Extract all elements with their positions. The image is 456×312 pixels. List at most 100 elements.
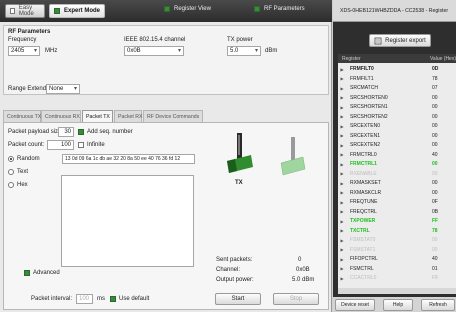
expand-arrow-icon[interactable]: ▶: [338, 257, 346, 262]
device-reset-button[interactable]: Device reset: [335, 299, 375, 311]
stop-button[interactable]: Stop: [273, 293, 319, 305]
register-view-toggle[interactable]: Register View: [164, 6, 211, 12]
register-row[interactable]: ▶ FSMCTRL 01: [338, 265, 456, 273]
expand-arrow-icon[interactable]: ▶: [338, 247, 346, 252]
expand-arrow-icon[interactable]: ▶: [338, 228, 346, 233]
txpower-unit: dBm: [265, 48, 278, 54]
register-row[interactable]: ▶ TXCTRL 78: [338, 227, 456, 235]
horizontal-scrollbar[interactable]: [338, 288, 456, 294]
expand-arrow-icon[interactable]: ▶: [338, 276, 346, 281]
refresh-button[interactable]: Refresh: [421, 299, 455, 311]
tab-continuous-tx[interactable]: Continuous TX: [3, 110, 41, 122]
register-row[interactable]: ▶ RXMASKCLR 00: [338, 189, 456, 197]
use-default-checkbox[interactable]: [110, 296, 116, 302]
expand-arrow-icon[interactable]: ▶: [338, 133, 346, 138]
packet-count-label: Packet count:: [8, 142, 45, 148]
register-name: SRCEXTEN0: [350, 123, 381, 129]
output-power-value: 5.0 dBm: [292, 277, 315, 283]
txpower-select[interactable]: 5.0: [227, 46, 261, 56]
channel-select[interactable]: 0x0B: [124, 46, 184, 56]
easy-mode-button[interactable]: Easy Mode: [5, 4, 45, 18]
register-name: FSMCTRL: [350, 265, 374, 272]
register-name: FRMFILT0: [350, 66, 374, 72]
register-row[interactable]: ▶ FIFOPCTRL 40: [338, 255, 456, 263]
register-name: FRMFILT1: [350, 75, 374, 82]
expand-arrow-icon[interactable]: ▶: [338, 95, 346, 100]
register-value: 40: [432, 151, 438, 158]
register-row[interactable]: ▶ FREQTUNE 0F: [338, 198, 456, 206]
expand-arrow-icon[interactable]: ▶: [338, 114, 346, 119]
use-default-label: Use default: [119, 296, 150, 302]
register-name: FRMCTRL0: [350, 151, 377, 158]
advanced-checkbox[interactable]: [24, 270, 30, 276]
expand-arrow-icon[interactable]: ▶: [338, 200, 346, 205]
expand-arrow-icon[interactable]: ▶: [338, 86, 346, 91]
rf-parameters-toggle[interactable]: RF Parameters: [254, 6, 305, 12]
expand-arrow-icon[interactable]: ▶: [338, 105, 346, 110]
register-table-header: Register Value (Hex): [338, 54, 456, 63]
packet-interval-input[interactable]: 100: [76, 294, 93, 304]
tab-packet-rx[interactable]: Packet RX: [114, 110, 143, 122]
expand-arrow-icon[interactable]: ▶: [338, 76, 346, 81]
register-row[interactable]: ▶ FSMSTAT1 00: [338, 246, 456, 254]
checkbox-icon: [54, 8, 60, 14]
frequency-select[interactable]: 2405: [8, 46, 40, 56]
tab-rf-device-commands[interactable]: RF Device Commands: [143, 110, 203, 122]
register-name: FREQCTRL: [350, 208, 377, 215]
expand-arrow-icon[interactable]: ▶: [338, 124, 346, 129]
expand-arrow-icon[interactable]: ▶: [338, 266, 346, 271]
register-value: 0D: [432, 66, 439, 72]
register-row[interactable]: ▶ SRCEXTEN0 00: [338, 122, 456, 130]
start-button[interactable]: Start: [215, 293, 261, 305]
register-row[interactable]: ▶ SRCEXTEN1 00: [338, 132, 456, 140]
register-value: 00: [432, 170, 438, 177]
register-row[interactable]: ▶ FRMCTRL1 00: [338, 160, 456, 168]
register-export-button[interactable]: Register export: [369, 34, 431, 47]
packet-count-value: 100: [60, 142, 71, 148]
register-name: FIFOPCTRL: [350, 256, 378, 262]
range-extender-select[interactable]: None: [46, 84, 80, 94]
text-radio[interactable]: [8, 169, 14, 175]
register-row[interactable]: ▶ SRCEXTEN2 00: [338, 141, 456, 149]
register-row[interactable]: ▶ RXMASKSET 00: [338, 179, 456, 187]
register-row[interactable]: ▶ SRCMATCH 07: [338, 84, 456, 92]
register-row[interactable]: ▶ FREQCTRL 0B: [338, 208, 456, 216]
tab-continuous-rx[interactable]: Continuous RX: [41, 110, 81, 122]
register-row[interactable]: ▶ FSMSTAT0 00: [338, 236, 456, 244]
payload-size-input[interactable]: 30: [58, 127, 74, 137]
expert-mode-button[interactable]: Expert Mode: [49, 4, 105, 18]
expand-arrow-icon[interactable]: ▶: [338, 152, 346, 157]
expand-arrow-icon[interactable]: ▶: [338, 190, 346, 195]
random-data-field[interactable]: 13 0d 09 6a 1c db ae 32 20 8a 50 ee 40 7…: [62, 154, 195, 164]
add-seq-checkbox[interactable]: [78, 129, 84, 135]
expand-arrow-icon[interactable]: ▶: [338, 181, 346, 186]
register-row[interactable]: ▶ RXENABLE 00: [338, 170, 456, 178]
hex-radio[interactable]: [8, 182, 14, 188]
register-name: FSMSTAT1: [350, 246, 376, 253]
register-name: SRCMATCH: [350, 85, 378, 91]
register-row[interactable]: ▶ FRMFILT1 78: [338, 75, 456, 83]
expand-arrow-icon[interactable]: ▶: [338, 143, 346, 148]
expand-arrow-icon[interactable]: ▶: [338, 67, 346, 72]
packet-count-input[interactable]: 100: [47, 140, 74, 150]
expand-arrow-icon[interactable]: ▶: [338, 219, 346, 224]
frequency-unit: MHz: [45, 48, 58, 54]
register-row[interactable]: ▶ FRMFILT0 0D: [338, 65, 456, 73]
register-row[interactable]: ▶ SRCSHORTEN2 00: [338, 113, 456, 121]
register-row[interactable]: ▶ TXPOWER FF: [338, 217, 456, 225]
infinite-checkbox[interactable]: [78, 142, 84, 148]
expand-arrow-icon[interactable]: ▶: [338, 209, 346, 214]
random-radio[interactable]: [8, 156, 14, 162]
expand-arrow-icon[interactable]: ▶: [338, 162, 346, 167]
payload-textarea[interactable]: [61, 175, 194, 267]
register-row[interactable]: ▶ SRCSHORTEN1 00: [338, 103, 456, 111]
tab-bar: Continuous TX Continuous RX Packet TX Pa…: [3, 110, 329, 123]
expand-arrow-icon[interactable]: ▶: [338, 238, 346, 243]
help-button[interactable]: Help: [383, 299, 413, 311]
frequency-value: 2405: [11, 48, 25, 54]
register-row[interactable]: ▶ CCACTRL0 F8: [338, 274, 456, 282]
checkbox-icon: [10, 8, 15, 14]
register-row[interactable]: ▶ SRCSHORTEN0 00: [338, 94, 456, 102]
expand-arrow-icon[interactable]: ▶: [338, 171, 346, 176]
register-row[interactable]: ▶ FRMCTRL0 40: [338, 151, 456, 159]
